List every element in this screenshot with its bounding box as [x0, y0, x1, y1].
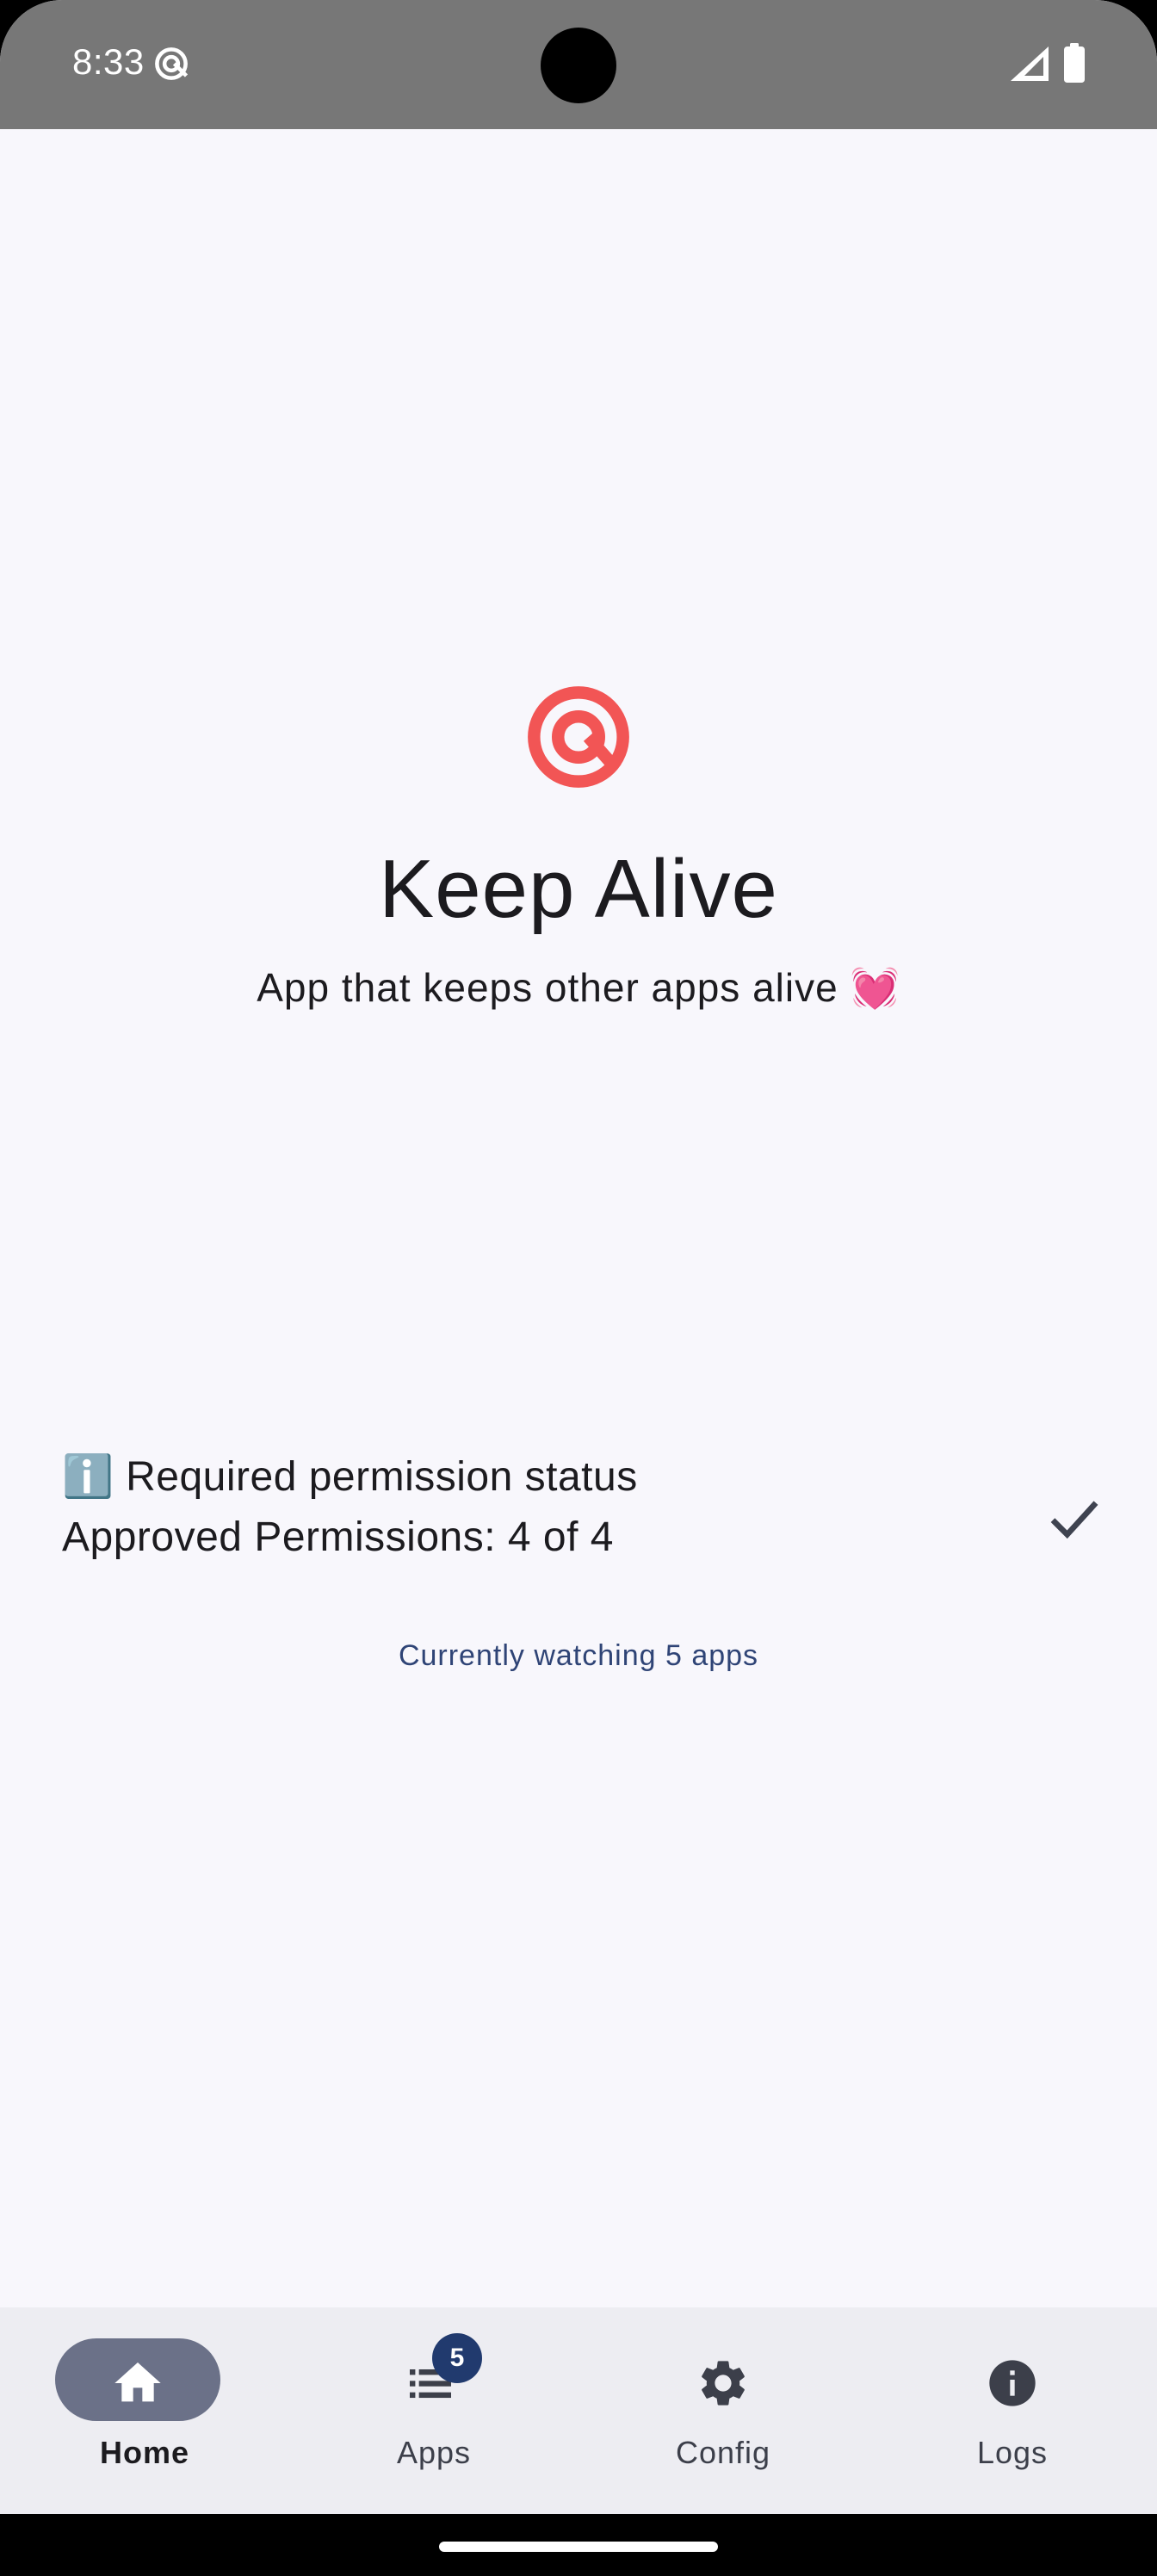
bottom-navigation: Home 5 Apps Config Logs: [0, 2307, 1157, 2514]
keep-alive-logo-icon: [528, 686, 629, 788]
gear-icon: [702, 2361, 745, 2406]
checkmark-icon: [1050, 1501, 1098, 1539]
nav-label-home: Home: [99, 2435, 190, 2470]
nav-label-logs: Logs: [976, 2435, 1049, 2470]
watching-apps-text: Currently watching 5 apps: [398, 1639, 759, 1672]
status-bar: 8:33: [0, 0, 1157, 129]
nav-item-apps[interactable]: 5 Apps: [289, 2307, 578, 2514]
screen: 8:33 Keep Alive App that keeps other app…: [0, 0, 1157, 2576]
nav-label-apps: Apps: [396, 2435, 472, 2470]
permission-title: ℹ️ Required permission status: [62, 1454, 638, 1500]
gesture-navigation-area: [0, 2514, 1157, 2576]
nav-item-home[interactable]: Home: [0, 2307, 289, 2514]
app-subtitle: App that keeps other apps alive 💓: [257, 965, 900, 1010]
nav-item-config[interactable]: Config: [578, 2307, 868, 2514]
status-time: 8:33: [72, 41, 145, 82]
nav-label-config: Config: [675, 2435, 771, 2470]
home-icon: [114, 2362, 161, 2402]
permission-status-row[interactable]: ℹ️ Required permission status Approved P…: [62, 1452, 1098, 1564]
info-icon: [989, 2360, 1036, 2406]
permission-status: Approved Permissions: 4 of 4: [62, 1514, 614, 1560]
camera-cutout: [541, 28, 616, 103]
battery-icon: [1064, 43, 1085, 83]
app-title: Keep Alive: [379, 843, 778, 935]
nav-item-logs[interactable]: Logs: [868, 2307, 1157, 2514]
at-target-icon: [155, 47, 189, 80]
apps-count-badge: 5: [432, 2333, 482, 2383]
gesture-handle[interactable]: [439, 2542, 718, 2552]
cell-signal-icon: [1011, 46, 1049, 81]
